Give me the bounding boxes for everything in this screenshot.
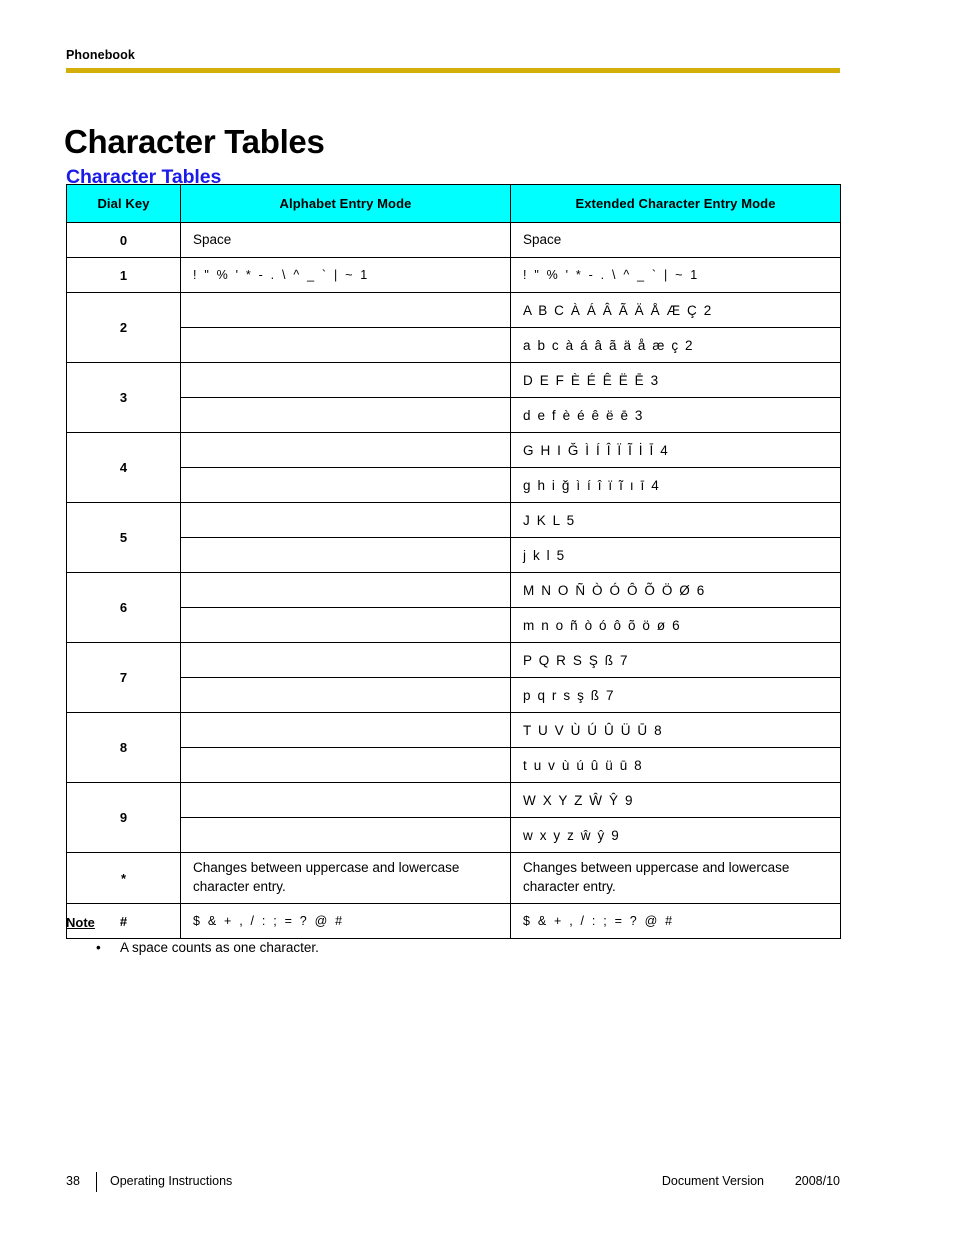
extended-entry-cell-uppercase: A B C À Á Â Ã Ä Å Æ Ç 2 <box>510 292 841 328</box>
dial-key-cell: 5 <box>66 502 181 573</box>
alphabet-entry-cell-uppercase <box>180 712 511 748</box>
table-row: p q r s ş ß 7 <box>67 677 841 713</box>
dial-key-cell: 0 <box>66 222 181 258</box>
table-row: 7 P Q R S Ş ß 7 <box>66 642 841 713</box>
alphabet-entry-cell-lowercase <box>180 397 511 433</box>
dial-key-cell: 9 <box>66 782 181 853</box>
note-heading: Note <box>66 915 95 930</box>
table-row: a b c à á â ã ä å æ ç 2 <box>67 327 841 363</box>
footer-divider <box>96 1172 97 1192</box>
column-header-dial-key: Dial Key <box>66 184 181 223</box>
column-header-alphabet-entry-mode: Alphabet Entry Mode <box>180 184 511 223</box>
document-version-label: Document Version <box>661 1174 764 1188</box>
dial-key-cell: 2 <box>66 292 181 363</box>
table-row: g h i ğ ì í î ï ĩ ı ī 4 <box>67 467 841 503</box>
table-row: * Changes between uppercase and lowercas… <box>66 852 841 904</box>
extended-entry-cell-lowercase: j k l 5 <box>510 537 841 573</box>
column-header-extended-character-entry-mode: Extended Character Entry Mode <box>510 184 841 223</box>
alphabet-entry-cell-lowercase <box>180 327 511 363</box>
page-footer: 38 Operating Instructions Document Versi… <box>66 1172 840 1194</box>
alphabet-entry-cell-uppercase <box>180 432 511 468</box>
extended-entry-cell-lowercase: m n o ñ ò ó ô õ ö ø 6 <box>510 607 841 643</box>
alphabet-entry-cell-uppercase <box>180 782 511 818</box>
alphabet-entry-cell-lowercase <box>180 467 511 503</box>
dial-key-cell: * <box>66 852 181 904</box>
alphabet-entry-cell-uppercase <box>180 502 511 538</box>
extended-entry-cell: Space <box>510 222 841 258</box>
alphabet-entry-cell: Changes between uppercase and lowercase … <box>180 852 511 904</box>
page-number: 38 <box>66 1174 80 1188</box>
alphabet-entry-cell-lowercase <box>180 607 511 643</box>
dial-key-cell: 4 <box>66 432 181 503</box>
extended-entry-cell-uppercase: D E F È É Ê Ë Ē 3 <box>510 362 841 398</box>
bullet-icon: • <box>96 940 101 955</box>
document-page: Phonebook Character Tables Character Tab… <box>0 0 954 1235</box>
table-row: 2 A B C À Á Â Ã Ä Å Æ Ç 2 <box>66 292 841 363</box>
alphabet-entry-cell-lowercase <box>180 537 511 573</box>
running-header: Phonebook <box>66 48 135 62</box>
table-header-row: Dial Key Alphabet Entry Mode Extended Ch… <box>66 184 841 223</box>
table-row: t u v ù ú û ü ū 8 <box>67 747 841 783</box>
table-row: d e f è é ê ë ē 3 <box>67 397 841 433</box>
alphabet-entry-cell: Space <box>180 222 511 258</box>
table-row: 9 W X Y Z Ŵ Ŷ 9 <box>66 782 841 853</box>
table-row: 4 G H I Ğ Ì Í Î Ï Ĩ İ Ī 4 <box>66 432 841 503</box>
table-row: 5 J K L 5 <box>66 502 841 573</box>
alphabet-entry-cell-lowercase <box>180 677 511 713</box>
extended-entry-cell-uppercase: W X Y Z Ŵ Ŷ 9 <box>510 782 841 818</box>
document-kind-label: Operating Instructions <box>110 1174 233 1188</box>
extended-entry-cell: $ & + , / : ; = ? @ # <box>510 903 841 939</box>
table-row: m n o ñ ò ó ô õ ö ø 6 <box>67 607 841 643</box>
extended-entry-cell-lowercase: g h i ğ ì í î ï ĩ ı ī 4 <box>510 467 841 503</box>
dial-key-cell: 6 <box>66 572 181 643</box>
table-body: 0 Space Space 1 ! " % ' * - . \ ^ _ ` | … <box>66 222 841 939</box>
table-row: j k l 5 <box>67 537 841 573</box>
table-row: # $ & + , / : ; = ? @ # $ & + , / : ; = … <box>66 903 841 939</box>
table-row: 6 M N O Ñ Ò Ó Ô Õ Ö Ø 6 <box>66 572 841 643</box>
dial-key-cell: 3 <box>66 362 181 433</box>
extended-entry-cell-lowercase: a b c à á â ã ä å æ ç 2 <box>510 327 841 363</box>
chapter-title: Character Tables <box>64 123 325 161</box>
extended-entry-cell-uppercase: T U V Ù Ú Û Ü Ū 8 <box>510 712 841 748</box>
extended-entry-cell-uppercase: G H I Ğ Ì Í Î Ï Ĩ İ Ī 4 <box>510 432 841 468</box>
character-table: Dial Key Alphabet Entry Mode Extended Ch… <box>66 184 841 939</box>
alphabet-entry-cell-uppercase <box>180 292 511 328</box>
document-version-value: 2008/10 <box>794 1174 840 1188</box>
extended-entry-cell-uppercase: P Q R S Ş ß 7 <box>510 642 841 678</box>
table-header: Dial Key Alphabet Entry Mode Extended Ch… <box>66 184 841 223</box>
extended-entry-cell: Changes between uppercase and lowercase … <box>510 852 841 904</box>
alphabet-entry-cell-lowercase <box>180 817 511 853</box>
header-rule-divider <box>66 68 840 73</box>
note-item-text: A space counts as one character. <box>120 940 319 955</box>
alphabet-entry-cell-uppercase <box>180 572 511 608</box>
table-row: 8 T U V Ù Ú Û Ü Ū 8 <box>66 712 841 783</box>
extended-entry-cell-lowercase: p q r s ş ß 7 <box>510 677 841 713</box>
table-row: 1 ! " % ' * - . \ ^ _ ` | ~ 1 ! " % ' * … <box>66 257 841 293</box>
alphabet-entry-cell-lowercase <box>180 747 511 783</box>
extended-entry-cell-uppercase: M N O Ñ Ò Ó Ô Õ Ö Ø 6 <box>510 572 841 608</box>
dial-key-cell: 8 <box>66 712 181 783</box>
extended-entry-cell-lowercase: d e f è é ê ë ē 3 <box>510 397 841 433</box>
table-row: 0 Space Space <box>66 222 841 258</box>
table-row: 3 D E F È É Ê Ë Ē 3 <box>66 362 841 433</box>
extended-entry-cell: ! " % ' * - . \ ^ _ ` | ~ 1 <box>510 257 841 293</box>
table-row: w x y z ŵ ŷ 9 <box>67 817 841 853</box>
dial-key-cell: 1 <box>66 257 181 293</box>
extended-entry-cell-lowercase: w x y z ŵ ŷ 9 <box>510 817 841 853</box>
extended-entry-cell-uppercase: J K L 5 <box>510 502 841 538</box>
extended-entry-cell-lowercase: t u v ù ú û ü ū 8 <box>510 747 841 783</box>
alphabet-entry-cell: ! " % ' * - . \ ^ _ ` | ~ 1 <box>180 257 511 293</box>
alphabet-entry-cell-uppercase <box>180 642 511 678</box>
alphabet-entry-cell: $ & + , / : ; = ? @ # <box>180 903 511 939</box>
alphabet-entry-cell-uppercase <box>180 362 511 398</box>
dial-key-cell: 7 <box>66 642 181 713</box>
